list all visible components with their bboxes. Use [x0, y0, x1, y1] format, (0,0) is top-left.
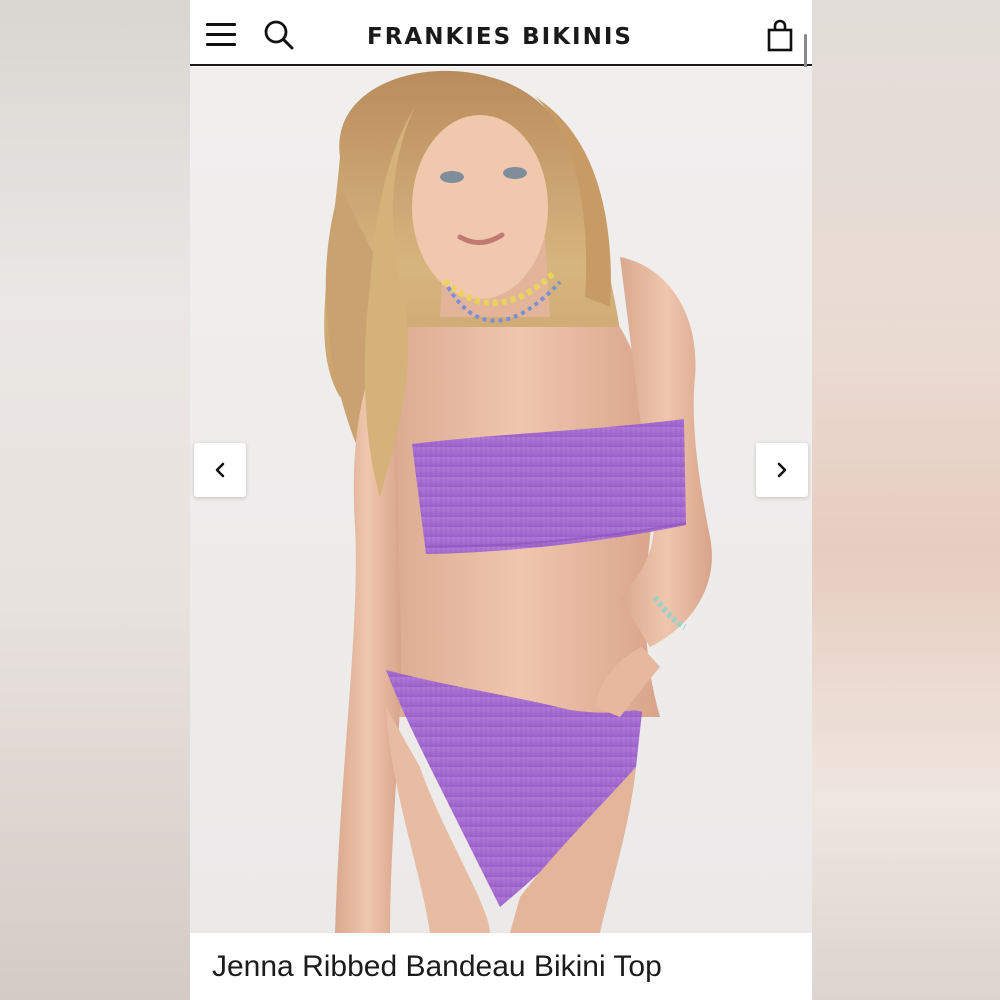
product-info: Jenna Ribbed Bandeau Bikini Top	[190, 934, 812, 1000]
hamburger-menu-icon[interactable]	[204, 20, 238, 50]
brand-logo[interactable]: FRANKIES BIKINIS	[350, 22, 650, 52]
search-icon[interactable]	[262, 18, 296, 52]
blurred-background-left	[0, 0, 190, 1000]
site-header: FRANKIES BIKINIS	[190, 8, 812, 66]
chevron-left-icon	[215, 462, 225, 478]
product-photo	[324, 70, 712, 933]
next-image-button[interactable]	[756, 443, 808, 497]
product-title: Jenna Ribbed Bandeau Bikini Top	[212, 950, 662, 983]
shopping-bag-icon[interactable]	[764, 18, 796, 54]
mobile-screen: FRANKIES BIKINIS Jenna Ribbed Bandeau Bi…	[190, 0, 812, 1000]
blurred-background-right	[812, 0, 1000, 1000]
previous-image-button[interactable]	[194, 443, 246, 497]
product-image-gallery[interactable]	[190, 67, 812, 933]
chevron-right-icon	[777, 462, 787, 478]
